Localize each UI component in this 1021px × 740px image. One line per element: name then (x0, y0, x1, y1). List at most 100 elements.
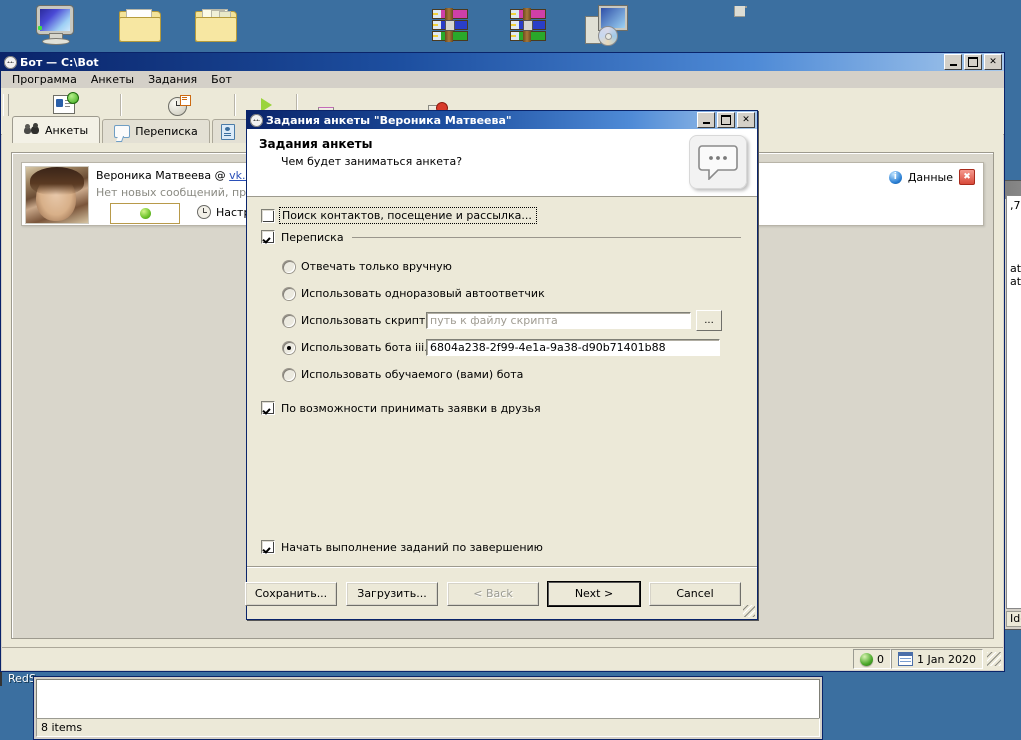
radio-script[interactable] (283, 314, 295, 327)
desktop-icon-folder-2[interactable] (168, 8, 237, 42)
radio-manual-label: Отвечать только вручную (301, 260, 452, 273)
main-window-title: Бот — C:\Bot (20, 55, 99, 69)
bot-id-input[interactable]: 6804a238-2f99-4e1a-9a38-d90b71401b88 (426, 339, 720, 356)
bg-window-statusbar: Ide (1006, 611, 1021, 627)
next-button[interactable]: Next > (547, 580, 641, 607)
desktop-icon-my-computer[interactable] (6, 6, 73, 45)
dialog-heading: Задания анкеты (259, 137, 373, 151)
speech-bubble-icon (698, 145, 738, 180)
radio-trained-bot-row[interactable]: Использовать обучаемого (вами) бота (283, 362, 743, 387)
tab-perepiska[interactable]: Переписка (102, 119, 210, 143)
main-close-button[interactable]: ✕ (984, 54, 1002, 70)
close-icon[interactable]: ✖ (959, 169, 975, 185)
data-panel-header: i Данные ✖ (888, 169, 975, 185)
accept-friends-checkbox[interactable] (261, 401, 275, 415)
correspondence-label: Переписка (281, 230, 344, 244)
desktop-icon-setup[interactable] (558, 6, 627, 46)
chat-icon (114, 125, 131, 142)
profile-name-row: Вероника Матвеева @ vk.com (96, 169, 269, 182)
dialog-body: Поиск контактов, посещение и рассылка...… (247, 197, 757, 567)
radio-autoresponder-row[interactable]: Использовать одноразовый автоответчик (283, 281, 743, 306)
explorer-file-list[interactable] (36, 679, 820, 719)
search-contacts-checkbox[interactable] (261, 208, 275, 223)
dialog-title: Задания анкеты "Вероника Матвеева" (266, 113, 512, 127)
chat-bubble-icon (250, 113, 263, 127)
dialog-titlebar[interactable]: Задания анкеты "Вероника Матвеева" ✕ (247, 111, 757, 129)
bg-text-4: Ide (1010, 612, 1021, 625)
back-button[interactable]: < Back (447, 581, 539, 606)
main-minimize-button[interactable] (944, 54, 962, 70)
avatar (25, 166, 89, 224)
tab-ankety[interactable]: Анкеты (12, 116, 101, 143)
save-button[interactable]: Сохранить... (245, 581, 337, 606)
browse-button[interactable]: ... (696, 310, 722, 331)
app-chat-bubble-icon (4, 55, 17, 69)
option-accept-friends-row[interactable]: По возможности принимать заявки в друзья (261, 401, 743, 415)
statusbar-date: 1 Jan 2020 (917, 652, 976, 666)
bg-text-1: ,79 (1010, 199, 1021, 212)
clock-icon (197, 205, 211, 219)
profile-state-indicator[interactable] (110, 203, 180, 224)
main-maximize-button[interactable] (964, 54, 982, 70)
menu-item-ankety[interactable]: Анкеты (84, 72, 141, 87)
radio-iii-bot-label: Использовать бота iii.ru (301, 341, 440, 354)
dialog-header: Задания анкеты Чем будет заниматься анке… (247, 129, 757, 197)
accept-friends-label: По возможности принимать заявки в друзья (281, 401, 541, 415)
desktop-icon-folder-1[interactable] (92, 8, 161, 42)
import-contact-icon (53, 92, 80, 116)
contact-card-icon (220, 123, 235, 140)
tab-label: Переписка (135, 125, 198, 138)
radio-manual-row[interactable]: Отвечать только вручную (283, 254, 743, 279)
radio-manual[interactable] (283, 260, 295, 273)
radio-script-row[interactable]: Использовать скрипт путь к файлу скрипта… (283, 308, 743, 333)
explorer-item-count: 8 items (41, 721, 83, 734)
menu-item-programma[interactable]: Программа (5, 72, 84, 87)
info-icon: i (888, 170, 902, 184)
radio-autoresponder[interactable] (283, 287, 295, 300)
tab-contacts[interactable] (211, 119, 249, 143)
dialog-close-button[interactable]: ✕ (737, 112, 755, 128)
menu-item-bot[interactable]: Бот (204, 72, 239, 87)
bg-text-2: atio (1010, 262, 1021, 275)
tasks-dialog[interactable]: Задания анкеты "Вероника Матвеева" ✕ Зад… (245, 110, 758, 620)
radio-iii-bot[interactable] (283, 341, 295, 354)
search-contacts-label: Поиск контактов, посещение и рассылка... (282, 209, 532, 222)
main-menubar[interactable]: Программа Анкеты Задания Бот (1, 71, 1004, 88)
explorer-window[interactable]: 8 items (33, 676, 823, 740)
desktop-icon-archive-1[interactable] (404, 8, 468, 42)
cancel-button[interactable]: Cancel (649, 581, 741, 606)
main-statusbar: 0 1 Jan 2020 (2, 647, 1003, 670)
explorer-statusbar: 8 items (36, 718, 820, 737)
resize-grip[interactable] (987, 652, 1001, 666)
option-correspondence-row[interactable]: Переписка (261, 230, 743, 244)
dialog-minimize-button[interactable] (697, 112, 715, 128)
clock-assign-icon (167, 94, 191, 116)
group-divider (351, 236, 741, 238)
tab-label: Анкеты (45, 123, 89, 137)
start-on-finish-label: Начать выполнение заданий по завершению (281, 540, 543, 554)
desktop-icon-archive-2[interactable] (482, 8, 546, 42)
radio-trained-bot[interactable] (283, 368, 295, 381)
correspondence-checkbox[interactable] (261, 230, 275, 244)
flag-icon (0, 671, 2, 686)
dialog-maximize-button[interactable] (717, 112, 735, 128)
option-start-on-finish-row[interactable]: Начать выполнение заданий по завершению (261, 540, 543, 554)
script-path-input[interactable]: путь к файлу скрипта (426, 312, 691, 329)
menu-item-zadaniya[interactable]: Задания (141, 72, 204, 87)
people-icon (24, 123, 40, 136)
dialog-subheading: Чем будет заниматься анкета? (281, 155, 463, 168)
background-window-content: ,79 atio atio (1006, 195, 1021, 609)
radio-iii-bot-row[interactable]: Использовать бота iii.ru 6804a238-2f99-4… (283, 335, 743, 360)
start-on-finish-checkbox[interactable] (261, 540, 275, 554)
desktop-icon-redsu[interactable]: RedSu (0, 671, 43, 686)
calendar-icon (898, 652, 914, 666)
background-window[interactable]: ,79 atio atio Ide (1003, 180, 1021, 630)
statusbar-counter-cell: 0 (853, 649, 892, 669)
statusbar-date-cell: 1 Jan 2020 (891, 649, 983, 669)
load-button[interactable]: Загрузить... (346, 581, 438, 606)
option-search-contacts-row[interactable]: Поиск контактов, посещение и рассылка... (261, 207, 743, 224)
main-window-titlebar[interactable]: Бот — C:\Bot ✕ (1, 53, 1004, 71)
dialog-resize-grip[interactable] (743, 605, 755, 617)
desktop-icon-document[interactable] (718, 6, 772, 17)
profile-name: Вероника Матвеева @ (96, 169, 226, 182)
